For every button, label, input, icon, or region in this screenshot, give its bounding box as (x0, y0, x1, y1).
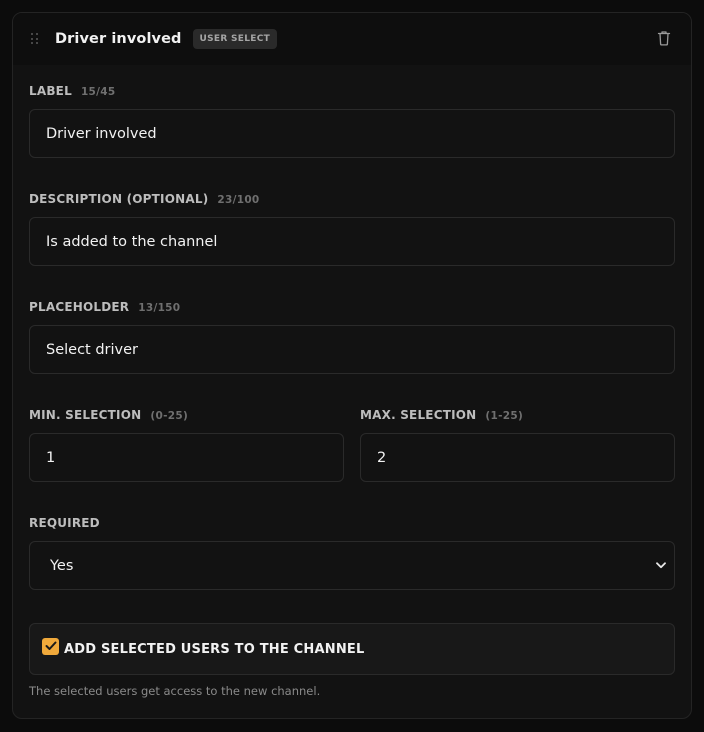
form-body: LABEL 15/45 Driver involved DESCRIPTION … (13, 84, 691, 698)
add-users-checkbox[interactable] (42, 637, 59, 655)
description-char-counter: 23/100 (217, 194, 260, 206)
description-field-group: DESCRIPTION (OPTIONAL) 23/100 Is added t… (29, 192, 675, 266)
drag-handle-icon[interactable] (31, 33, 41, 45)
add-users-checkbox-label[interactable]: ADD SELECTED USERS TO THE CHANNEL (64, 642, 364, 657)
label-field-label: LABEL 15/45 (29, 84, 116, 98)
required-field-label: REQUIRED (29, 516, 100, 530)
trash-icon[interactable] (657, 30, 671, 46)
component-title: Driver involved (55, 31, 182, 47)
max-selection-input[interactable]: 2 (360, 433, 675, 482)
description-input[interactable]: Is added to the channel (29, 217, 675, 266)
add-users-hint: The selected users get access to the new… (29, 684, 321, 698)
checkmark-icon (45, 641, 56, 650)
required-select[interactable]: Yes (29, 541, 675, 590)
label-input[interactable]: Driver involved (29, 109, 675, 158)
max-selection-range: (1-25) (485, 410, 524, 422)
placeholder-field-group: PLACEHOLDER 13/150 Select driver (29, 300, 675, 374)
min-selection-range: (0-25) (150, 410, 189, 422)
min-selection-label: MIN. SELECTION (0-25) (29, 408, 189, 422)
card-header: Driver involved USER SELECT (13, 13, 691, 65)
min-selection-group: MIN. SELECTION (0-25) 1 (29, 408, 344, 482)
placeholder-input[interactable]: Select driver (29, 325, 675, 374)
placeholder-char-counter: 13/150 (138, 302, 181, 314)
min-selection-input[interactable]: 1 (29, 433, 344, 482)
label-char-counter: 15/45 (80, 86, 116, 98)
add-users-checkbox-panel: ADD SELECTED USERS TO THE CHANNEL (29, 623, 675, 675)
placeholder-field-label: PLACEHOLDER 13/150 (29, 300, 181, 314)
description-field-label: DESCRIPTION (OPTIONAL) 23/100 (29, 192, 260, 206)
type-badge: USER SELECT (192, 29, 278, 49)
chevron-down-icon (656, 562, 666, 569)
label-field-group: LABEL 15/45 Driver involved (29, 84, 675, 158)
selection-range-row: MIN. SELECTION (0-25) 1 MAX. SELECTION (… (29, 408, 675, 482)
max-selection-label: MAX. SELECTION (1-25) (360, 408, 524, 422)
required-selected-value: Yes (50, 557, 74, 574)
max-selection-group: MAX. SELECTION (1-25) 2 (360, 408, 675, 482)
required-field-group: REQUIRED Yes (29, 516, 675, 590)
component-card: Driver involved USER SELECT LABEL 15/45 … (12, 12, 692, 719)
